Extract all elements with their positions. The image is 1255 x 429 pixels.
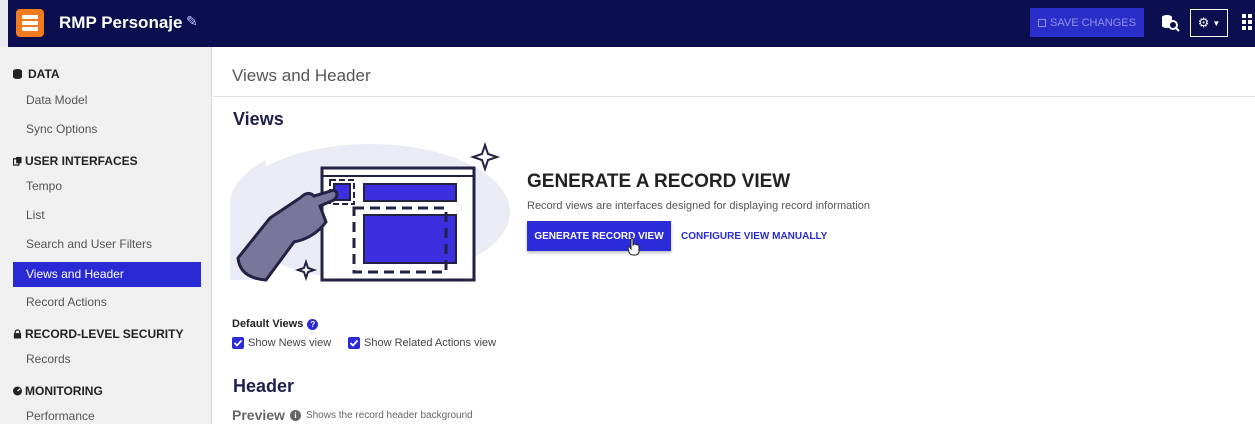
dashboard-icon: [13, 386, 22, 396]
search-database-icon[interactable]: [1160, 13, 1180, 33]
app-icon: [16, 9, 44, 37]
show-related-actions-view-checkbox[interactable]: [348, 337, 360, 349]
default-views-text: Default Views: [232, 318, 304, 330]
header-heading: Header: [233, 376, 295, 396]
sidebar-item-views-and-header[interactable]: Views and Header: [13, 262, 201, 287]
hand-cursor-icon: [627, 238, 640, 256]
generate-record-view-description: Record views are interfaces designed for…: [527, 200, 871, 212]
save-changes-label: SAVE CHANGES: [1050, 16, 1136, 29]
sidebar-section-monitoring: MONITORING: [13, 384, 103, 398]
app-grid-icon[interactable]: [1242, 14, 1255, 30]
default-views-label: Default Views ?: [232, 318, 319, 330]
checkmark-icon: [349, 339, 359, 347]
preview-description: Shows the record header background: [305, 409, 473, 421]
sidebar-item-record-actions[interactable]: Record Actions: [13, 290, 201, 315]
edit-icon[interactable]: ✎: [186, 13, 198, 30]
copy-icon: [13, 156, 22, 166]
sidebar-item-sync-options[interactable]: Sync Options: [13, 117, 201, 142]
show-related-actions-view-label: Show Related Actions view: [364, 337, 497, 349]
lock-icon: [13, 329, 22, 339]
sidebar: DATA Data Model Sync Options USER INTERF…: [0, 47, 212, 424]
page-title: Views and Header: [232, 66, 371, 85]
generate-record-view-title: GENERATE A RECORD VIEW: [527, 171, 791, 192]
chevron-down-icon: ▼: [1212, 18, 1221, 28]
sidebar-section-data: DATA: [13, 67, 60, 81]
save-changes-button[interactable]: SAVE CHANGES: [1030, 8, 1144, 37]
show-news-view-label: Show News view: [248, 337, 332, 349]
gear-icon: ⚙: [1197, 15, 1210, 30]
show-related-actions-view-option[interactable]: Show Related Actions view: [348, 337, 496, 349]
generate-record-view-button[interactable]: GENERATE RECORD VIEW: [527, 221, 671, 251]
sidebar-item-search-and-user-filters[interactable]: Search and User Filters: [13, 232, 201, 257]
sidebar-item-tempo[interactable]: Tempo: [13, 174, 201, 199]
app-title: RMP Personaje: [59, 13, 183, 32]
header-divider: [213, 96, 1255, 97]
checkmark-icon: [233, 339, 243, 347]
sidebar-section-label: USER INTERFACES: [25, 154, 138, 168]
info-icon: i: [289, 409, 301, 421]
sidebar-item-records[interactable]: Records: [13, 347, 201, 372]
top-bar: RMP Personaje ✎ SAVE CHANGES ⚙ ▼: [0, 0, 1255, 47]
configure-view-manually-link[interactable]: CONFIGURE VIEW MANUALLY: [681, 231, 827, 242]
show-news-view-checkbox[interactable]: [232, 337, 244, 349]
show-news-view-option[interactable]: Show News view: [232, 337, 331, 349]
sidebar-item-data-model[interactable]: Data Model: [13, 88, 201, 113]
help-icon[interactable]: ?: [307, 318, 319, 330]
sidebar-section-label: DATA: [28, 67, 60, 81]
window-edge: [0, 0, 8, 47]
sidebar-item-performance[interactable]: Performance: [13, 404, 201, 429]
record-view-illustration-icon: [230, 141, 510, 282]
sidebar-section-label: MONITORING: [25, 384, 103, 398]
sidebar-item-list[interactable]: List: [13, 203, 201, 228]
database-icon: [13, 69, 22, 79]
preview-label: Preview: [232, 407, 285, 423]
sidebar-section-user-interfaces: USER INTERFACES: [13, 154, 138, 168]
views-heading: Views: [233, 109, 284, 129]
save-icon: [1038, 18, 1046, 27]
sidebar-section-label: RECORD-LEVEL SECURITY: [25, 327, 184, 341]
sidebar-section-record-level-security: RECORD-LEVEL SECURITY: [13, 327, 183, 341]
preview-row: Preview i Shows the record header backgr…: [232, 407, 473, 423]
settings-button[interactable]: ⚙ ▼: [1190, 9, 1228, 37]
